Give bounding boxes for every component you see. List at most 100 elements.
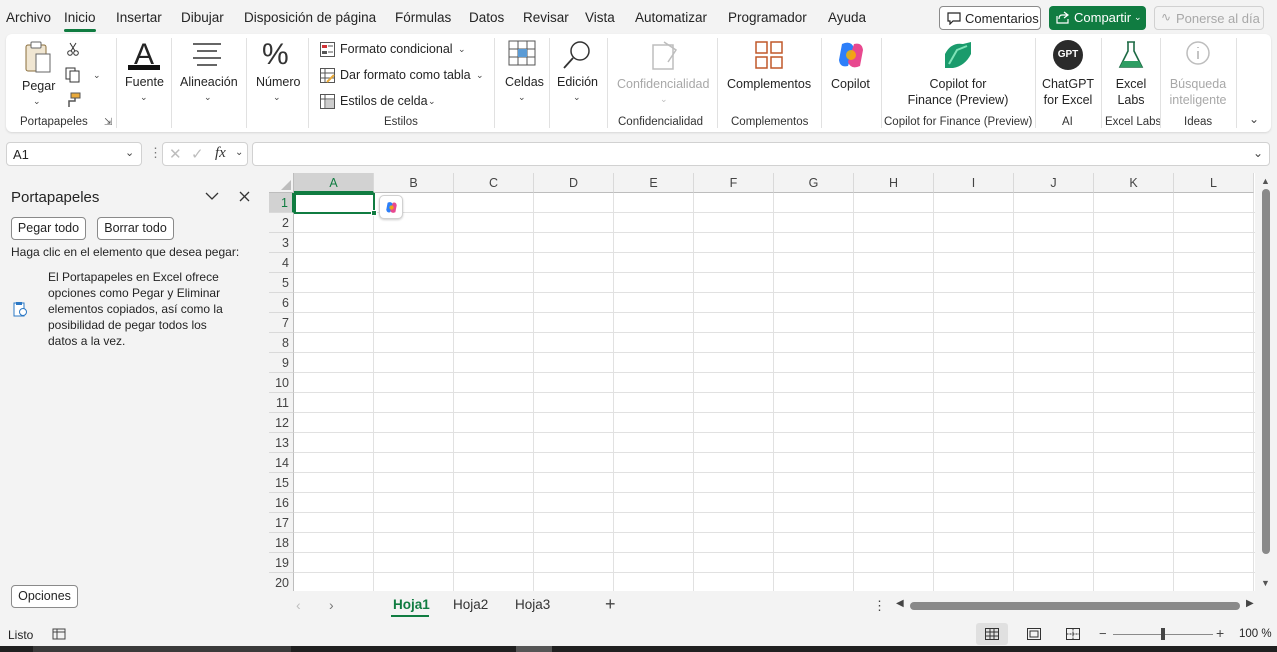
column-header-i[interactable]: I [934, 173, 1014, 193]
sheet-tab-hoja3[interactable]: Hoja3 [515, 597, 550, 612]
copilot-cell-button[interactable] [379, 195, 403, 219]
copilot-finance-button[interactable]: Copilot for Finance (Preview) [886, 38, 1030, 108]
horizontal-scroll-thumb[interactable] [910, 602, 1240, 610]
conditional-format-button[interactable]: Formato condicional ⌄ [319, 41, 469, 59]
zoom-percent[interactable]: 100 % [1239, 628, 1272, 640]
zoom-slider-thumb[interactable] [1161, 628, 1165, 640]
menu-revisar[interactable]: Revisar [523, 10, 569, 25]
cut-icon[interactable] [66, 42, 80, 56]
formula-input[interactable]: ⌄ [252, 142, 1270, 166]
column-header-l[interactable]: L [1174, 173, 1254, 193]
row-header-7[interactable]: 7 [269, 313, 294, 333]
sheet-tab-hoja1[interactable]: Hoja1 [393, 597, 430, 612]
format-painter-icon[interactable] [65, 92, 81, 108]
fill-handle[interactable] [371, 210, 377, 216]
more-options-icon[interactable]: ⋮ [873, 598, 886, 614]
excel-labs-button[interactable]: Excel Labs [1106, 38, 1156, 108]
addins-button[interactable]: Complementos [723, 38, 815, 108]
chevron-down-icon[interactable]: ⌄ [235, 147, 243, 158]
row-header-3[interactable]: 3 [269, 233, 294, 253]
page-layout-view-icon[interactable] [1027, 628, 1041, 640]
zoom-out-icon[interactable]: − [1099, 626, 1107, 641]
ribbon-collapse-chevron-icon[interactable]: ⌄ [1249, 112, 1259, 126]
column-header-f[interactable]: F [694, 173, 774, 193]
editing-button[interactable]: Edición ⌄ [554, 38, 600, 108]
chevron-down-icon[interactable] [205, 192, 219, 201]
font-button[interactable]: A Fuente ⌄ [120, 38, 168, 108]
menu-archivo[interactable]: Archivo [6, 10, 51, 25]
active-cell-a1[interactable] [294, 193, 375, 214]
menu-ayuda[interactable]: Ayuda [828, 10, 866, 25]
share-button[interactable]: Compartir ⌄ [1049, 6, 1146, 30]
prev-sheet-icon[interactable]: ‹ [296, 597, 301, 613]
column-header-k[interactable]: K [1094, 173, 1174, 193]
next-sheet-icon[interactable]: › [329, 597, 334, 613]
row-header-12[interactable]: 12 [269, 413, 294, 433]
smart-lookup-button[interactable]: Búsqueda inteligente [1164, 38, 1232, 108]
row-header-11[interactable]: 11 [269, 393, 294, 413]
row-header-13[interactable]: 13 [269, 433, 294, 453]
spreadsheet-grid[interactable]: ABCDEFGHIJKL 1 2 3 4 5 6 7 8 9 10 11 12 13 14 15 16 17 18… [269, 173, 1255, 591]
vertical-scroll-thumb[interactable] [1262, 189, 1270, 554]
menu-dibujar[interactable]: Dibujar [181, 10, 224, 25]
cell-styles-button[interactable]: Estilos de celda ⌄ [319, 93, 439, 111]
menu-insertar[interactable]: Insertar [116, 10, 162, 25]
menu-formulas[interactable]: Fórmulas [395, 10, 451, 25]
scroll-up-icon[interactable]: ▲ [1261, 176, 1270, 186]
row-header-6[interactable]: 6 [269, 293, 294, 313]
chevron-down-icon[interactable]: ⌄ [125, 146, 134, 159]
sheet-tab-hoja2[interactable]: Hoja2 [453, 597, 488, 612]
number-button[interactable]: % Número ⌄ [252, 38, 302, 108]
scroll-down-icon[interactable]: ▼ [1261, 578, 1270, 588]
horizontal-scrollbar[interactable]: ◀ ▶ [896, 598, 1256, 612]
expand-formula-chevron-icon[interactable]: ⌄ [1253, 146, 1263, 160]
row-header-19[interactable]: 19 [269, 553, 294, 573]
menu-vista[interactable]: Vista [585, 10, 615, 25]
copy-icon[interactable] [65, 67, 81, 83]
menu-datos[interactable]: Datos [469, 10, 504, 25]
add-sheet-icon[interactable]: + [605, 594, 616, 615]
scroll-left-icon[interactable]: ◀ [896, 598, 904, 609]
alignment-button[interactable]: Alineación ⌄ [176, 38, 240, 108]
more-dots-icon[interactable]: ⋮ [149, 145, 162, 161]
row-header-20[interactable]: 20 [269, 573, 294, 591]
cells-button[interactable]: Celdas ⌄ [502, 38, 544, 108]
menu-automatizar[interactable]: Automatizar [635, 10, 707, 25]
row-header-16[interactable]: 16 [269, 493, 294, 513]
scroll-right-icon[interactable]: ▶ [1246, 598, 1254, 609]
paste-button[interactable]: Pegar ⌄ [18, 38, 58, 108]
column-header-j[interactable]: J [1014, 173, 1094, 193]
row-header-18[interactable]: 18 [269, 533, 294, 553]
column-header-d[interactable]: D [534, 173, 614, 193]
row-header-9[interactable]: 9 [269, 353, 294, 373]
normal-view-button[interactable] [976, 623, 1008, 645]
comments-button[interactable]: Comentarios [939, 6, 1041, 30]
row-header-14[interactable]: 14 [269, 453, 294, 473]
menu-programador[interactable]: Programador [728, 10, 807, 25]
accessibility-check-icon[interactable] [52, 628, 66, 640]
close-icon[interactable] [239, 191, 250, 202]
row-header-15[interactable]: 15 [269, 473, 294, 493]
row-header-5[interactable]: 5 [269, 273, 294, 293]
paste-all-button[interactable]: Pegar todo [11, 217, 86, 240]
row-header-1[interactable]: 1 [269, 193, 294, 213]
vertical-scrollbar[interactable]: ▲ ▼ [1256, 173, 1277, 591]
column-header-b[interactable]: B [374, 173, 454, 193]
select-all-corner[interactable] [269, 173, 294, 193]
column-header-e[interactable]: E [614, 173, 694, 193]
chatgpt-button[interactable]: GPT ChatGPT for Excel [1038, 38, 1098, 108]
options-button[interactable]: Opciones [11, 585, 78, 608]
page-break-view-icon[interactable] [1066, 628, 1080, 640]
column-header-c[interactable]: C [454, 173, 534, 193]
row-header-10[interactable]: 10 [269, 373, 294, 393]
catchup-button[interactable]: ∿ Ponerse al día [1154, 6, 1264, 30]
format-table-button[interactable]: Dar formato como tabla ⌄ [319, 67, 489, 85]
menu-inicio[interactable]: Inicio [64, 10, 96, 25]
zoom-in-icon[interactable]: + [1216, 625, 1224, 641]
row-header-17[interactable]: 17 [269, 513, 294, 533]
copilot-button[interactable]: Copilot [826, 38, 876, 108]
insert-function-icon[interactable]: fx [215, 145, 226, 162]
row-header-2[interactable]: 2 [269, 213, 294, 233]
name-box[interactable]: A1 ⌄ [6, 142, 142, 166]
enter-check-icon[interactable]: ✓ [191, 145, 204, 163]
